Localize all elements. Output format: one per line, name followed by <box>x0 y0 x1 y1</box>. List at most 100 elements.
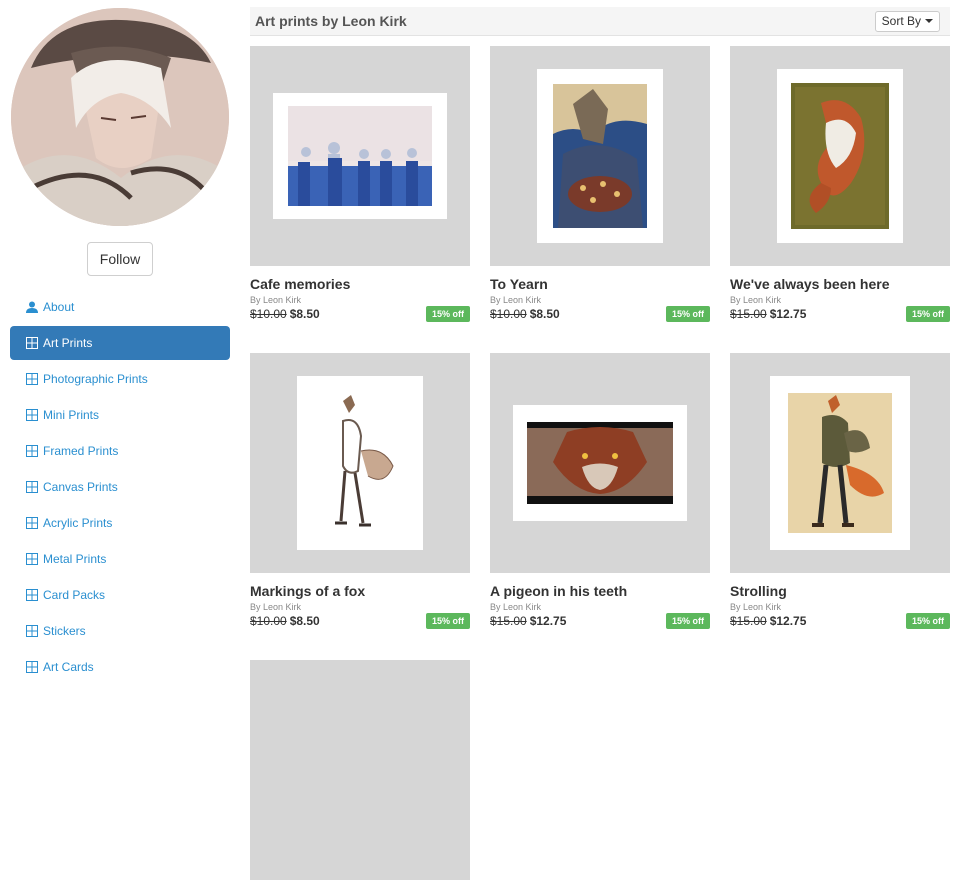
sort-by-dropdown[interactable]: Sort By <box>874 10 940 32</box>
artwork-always-been-here <box>791 83 889 229</box>
product-card[interactable] <box>250 660 470 880</box>
product-title[interactable]: Cafe memories <box>250 276 470 292</box>
original-price: $15.00 <box>490 614 527 628</box>
product-byline[interactable]: By Leon Kirk <box>490 295 710 305</box>
sort-by-label: Sort By <box>881 14 921 28</box>
sidebar-item-mini-prints[interactable]: Mini Prints <box>10 398 230 432</box>
page-title: Art prints by Leon Kirk <box>255 13 407 29</box>
artwork-markings-of-a-fox <box>313 391 407 535</box>
price-row: $10.00 $8.50 15% off <box>250 613 470 629</box>
discount-badge: 15% off <box>665 306 710 322</box>
sidebar-item-label: Art Cards <box>43 660 94 674</box>
product-card[interactable]: Strolling By Leon Kirk $15.00 $12.75 15% … <box>730 353 950 629</box>
product-title[interactable]: Strolling <box>730 583 950 599</box>
caret-down-icon <box>925 19 933 23</box>
discount-badge: 15% off <box>425 306 470 322</box>
sidebar-nav: About Art Prints Photographic Prints Min… <box>10 290 230 686</box>
grid-icon <box>26 373 38 385</box>
product-card[interactable]: Cafe memories By Leon Kirk $10.00 $8.50 1… <box>250 46 470 322</box>
product-thumbnail[interactable] <box>250 660 470 880</box>
sidebar-item-label: Acrylic Prints <box>43 516 113 530</box>
product-byline[interactable]: By Leon Kirk <box>490 602 710 612</box>
user-icon <box>26 301 38 313</box>
product-prices: $10.00 $8.50 <box>250 307 320 321</box>
product-thumbnail[interactable] <box>250 353 470 573</box>
grid-icon <box>26 553 38 565</box>
sidebar-item-stickers[interactable]: Stickers <box>10 614 230 648</box>
sale-price: $12.75 <box>529 614 567 628</box>
product-thumbnail[interactable] <box>490 46 710 266</box>
product-byline[interactable]: By Leon Kirk <box>250 295 470 305</box>
product-thumbnail[interactable] <box>490 353 710 573</box>
product-byline[interactable]: By Leon Kirk <box>730 295 950 305</box>
product-byline[interactable]: By Leon Kirk <box>250 602 470 612</box>
artwork-to-yearn <box>553 84 647 228</box>
sidebar-item-art-prints[interactable]: Art Prints <box>10 326 230 360</box>
sidebar-item-about[interactable]: About <box>10 290 230 324</box>
product-prices: $15.00 $12.75 <box>730 614 806 628</box>
product-title[interactable]: A pigeon in his teeth <box>490 583 710 599</box>
grid-icon <box>26 661 38 673</box>
product-prices: $15.00 $12.75 <box>730 307 806 321</box>
price-row: $10.00 $8.50 15% off <box>250 306 470 322</box>
product-thumbnail[interactable] <box>730 353 950 573</box>
artwork-strolling <box>788 393 892 533</box>
sidebar-item-label: Mini Prints <box>43 408 100 422</box>
product-byline[interactable]: By Leon Kirk <box>730 602 950 612</box>
sidebar-item-label: Stickers <box>43 624 86 638</box>
product-prices: $10.00 $8.50 <box>490 307 560 321</box>
price-row: $10.00 $8.50 15% off <box>490 306 710 322</box>
sidebar-item-label: Photographic Prints <box>43 372 148 386</box>
product-title[interactable]: We've always been here <box>730 276 950 292</box>
sale-price: $8.50 <box>289 614 320 628</box>
avatar[interactable] <box>11 8 229 226</box>
sale-price: $12.75 <box>769 307 807 321</box>
follow-button[interactable]: Follow <box>87 242 153 276</box>
price-row: $15.00 $12.75 15% off <box>490 613 710 629</box>
price-row: $15.00 $12.75 15% off <box>730 306 950 322</box>
product-title[interactable]: To Yearn <box>490 276 710 292</box>
sidebar-item-label: Canvas Prints <box>43 480 118 494</box>
sidebar-item-metal-prints[interactable]: Metal Prints <box>10 542 230 576</box>
product-title[interactable]: Markings of a fox <box>250 583 470 599</box>
product-card[interactable]: To Yearn By Leon Kirk $10.00 $8.50 15% of… <box>490 46 710 322</box>
discount-badge: 15% off <box>665 613 710 629</box>
sidebar-item-card-packs[interactable]: Card Packs <box>10 578 230 612</box>
sale-price: $12.75 <box>769 614 807 628</box>
product-card[interactable]: We've always been here By Leon Kirk $15.… <box>730 46 950 322</box>
product-thumbnail[interactable] <box>250 46 470 266</box>
grid-icon <box>26 589 38 601</box>
original-price: $10.00 <box>250 307 287 321</box>
grid-icon <box>26 625 38 637</box>
original-price: $15.00 <box>730 307 767 321</box>
discount-badge: 15% off <box>905 306 950 322</box>
original-price: $10.00 <box>250 614 287 628</box>
sidebar-item-framed-prints[interactable]: Framed Prints <box>10 434 230 468</box>
grid-icon <box>26 337 38 349</box>
sidebar-item-canvas-prints[interactable]: Canvas Prints <box>10 470 230 504</box>
sale-price: $8.50 <box>529 307 560 321</box>
discount-badge: 15% off <box>425 613 470 629</box>
product-prices: $10.00 $8.50 <box>250 614 320 628</box>
sidebar-item-label: Art Prints <box>43 336 93 350</box>
grid-icon <box>26 481 38 493</box>
sidebar-item-label: Framed Prints <box>43 444 119 458</box>
header-bar: Art prints by Leon Kirk Sort By <box>250 7 950 36</box>
sale-price: $8.50 <box>289 307 320 321</box>
sidebar-item-art-cards[interactable]: Art Cards <box>10 650 230 684</box>
grid-icon <box>26 445 38 457</box>
sidebar-item-label: Card Packs <box>43 588 106 602</box>
sidebar-item-photographic-prints[interactable]: Photographic Prints <box>10 362 230 396</box>
sidebar-item-label: About <box>43 300 75 314</box>
price-row: $15.00 $12.75 15% off <box>730 613 950 629</box>
product-thumbnail[interactable] <box>730 46 950 266</box>
main-content: Art prints by Leon Kirk Sort By Cafe mem… <box>250 7 950 880</box>
product-card[interactable]: Markings of a fox By Leon Kirk $10.00 $8.… <box>250 353 470 629</box>
original-price: $10.00 <box>490 307 527 321</box>
sidebar-item-acrylic-prints[interactable]: Acrylic Prints <box>10 506 230 540</box>
grid-icon <box>26 409 38 421</box>
sidebar-item-label: Metal Prints <box>43 552 107 566</box>
product-card[interactable]: A pigeon in his teeth By Leon Kirk $15.0… <box>490 353 710 629</box>
product-prices: $15.00 $12.75 <box>490 614 566 628</box>
artwork-cafe-memories <box>288 106 432 206</box>
